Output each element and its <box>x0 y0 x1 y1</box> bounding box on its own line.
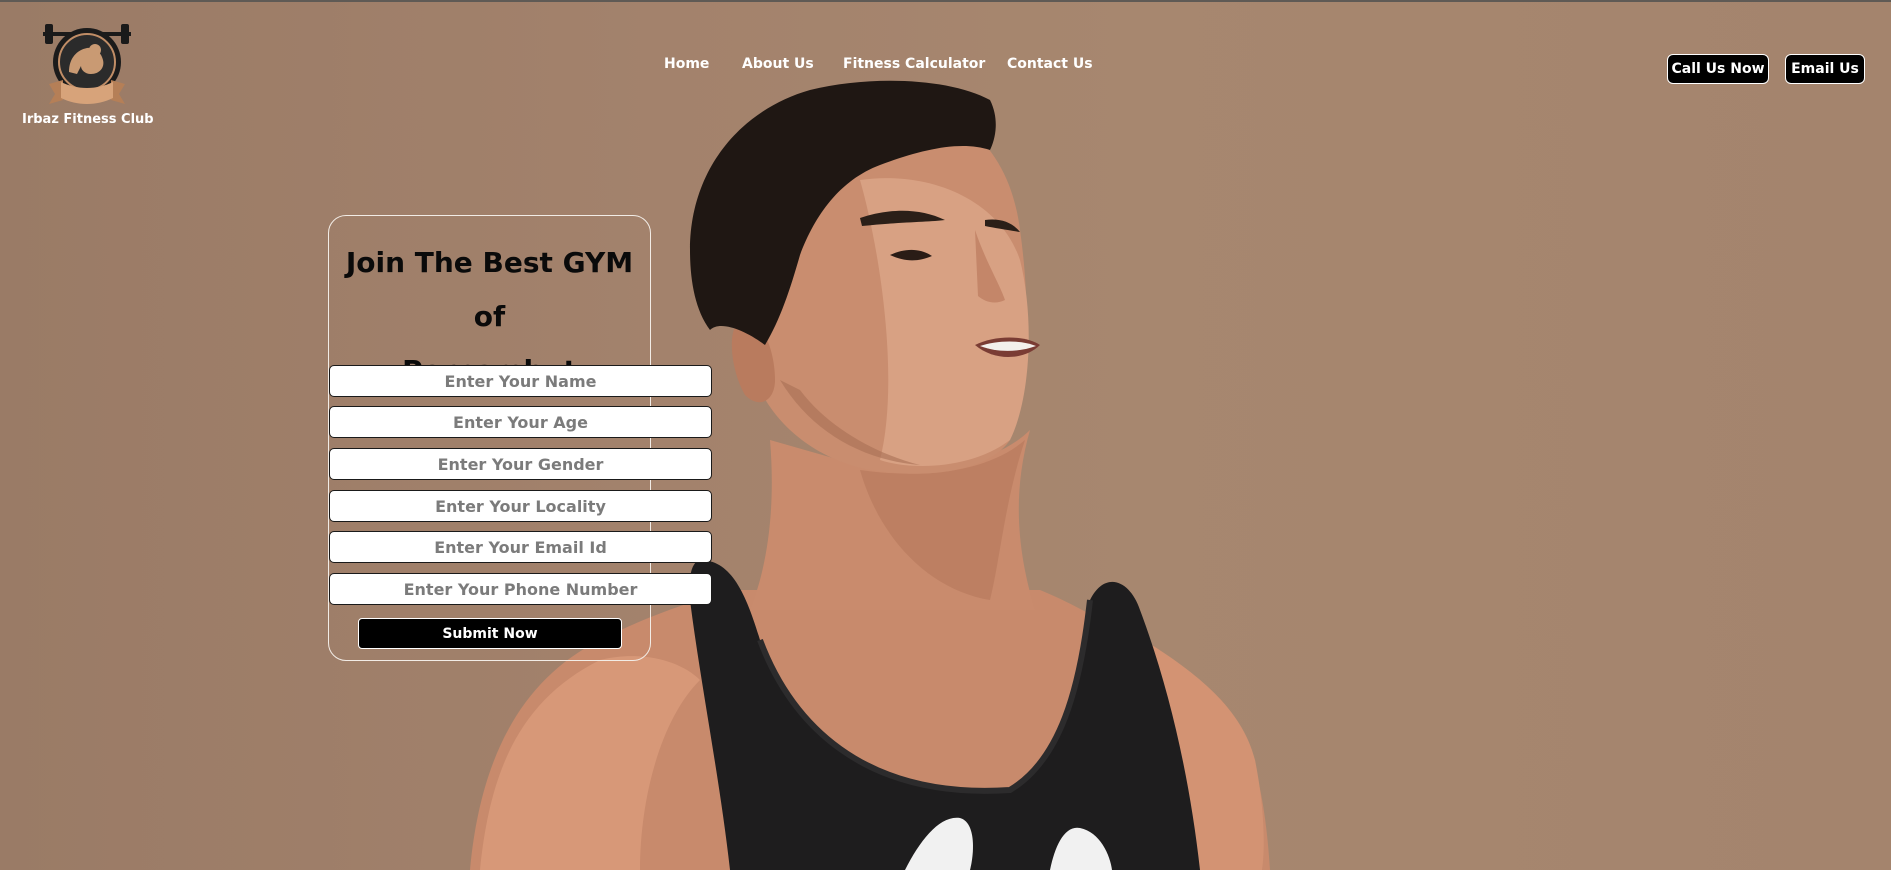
email-input[interactable] <box>329 531 712 563</box>
email-us-button[interactable]: Email Us <box>1785 54 1865 84</box>
age-input[interactable] <box>329 406 712 438</box>
form-title-line-1: Join The Best GYM of <box>345 246 634 333</box>
brand-name: Irbaz Fitness Club <box>22 112 154 127</box>
landing-page: Irbaz Fitness Club Home About Us Fitness… <box>0 0 1891 870</box>
submit-now-button[interactable]: Submit Now <box>358 618 622 649</box>
nav-fitness-calculator-link[interactable]: Fitness Calculator <box>843 56 985 72</box>
brand-logo[interactable]: Irbaz Fitness Club <box>22 14 154 134</box>
locality-input[interactable] <box>329 490 712 522</box>
call-us-now-button[interactable]: Call Us Now <box>1667 54 1769 84</box>
name-input[interactable] <box>329 365 712 397</box>
nav-contact-us-link[interactable]: Contact Us <box>1007 56 1093 72</box>
phone-number-input[interactable] <box>329 573 712 605</box>
gender-input[interactable] <box>329 448 712 480</box>
gym-emblem-icon <box>43 24 131 104</box>
hero-athlete-image <box>470 80 1270 870</box>
nav-home-link[interactable]: Home <box>664 56 709 72</box>
nav-about-us-link[interactable]: About Us <box>742 56 814 72</box>
